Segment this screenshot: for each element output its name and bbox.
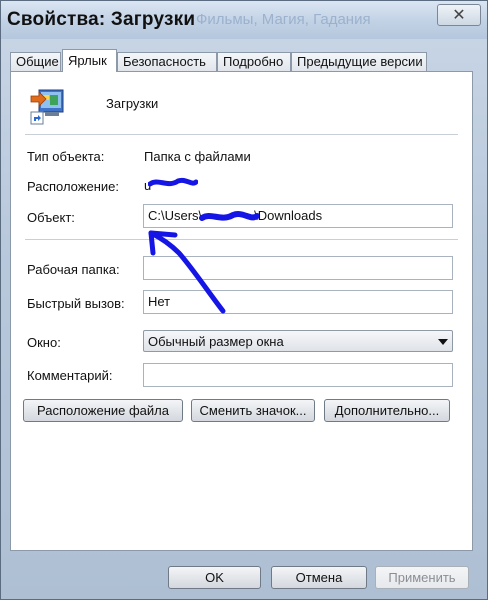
tab-previous-versions[interactable]: Предыдущие версии	[291, 52, 427, 71]
comment-label: Комментарий:	[27, 368, 113, 383]
workdir-label: Рабочая папка:	[27, 262, 120, 277]
close-icon: ✕	[452, 7, 466, 24]
tab-details[interactable]: Подробно	[217, 52, 291, 71]
cancel-button[interactable]: Отмена	[271, 566, 367, 589]
tab-shortcut[interactable]: Ярлык	[62, 49, 117, 72]
window-mode-label: Окно:	[27, 335, 61, 350]
window-title: Свойства: Загрузки	[7, 9, 196, 30]
ok-button[interactable]: OK	[168, 566, 261, 589]
window-mode-select[interactable]: Обычный размер окна	[143, 330, 453, 352]
shortcut-folder-icon	[30, 89, 64, 125]
target-suffix: \Downloads	[254, 208, 323, 223]
title-bar[interactable]: Фильмы, Магия, Гадания Свойства: Загрузк…	[1, 1, 487, 39]
open-file-location-button[interactable]: Расположение файла	[23, 399, 183, 422]
tab-general[interactable]: Общие	[10, 52, 61, 71]
target-label: Объект:	[27, 210, 75, 225]
shortcut-panel: Загрузки Тип объекта: Папка с файлами Ра…	[10, 71, 473, 551]
close-button[interactable]: ✕	[437, 4, 481, 26]
advanced-button[interactable]: Дополнительно...	[324, 399, 450, 422]
annotation-arrow	[148, 230, 226, 314]
properties-window: Фильмы, Магия, Гадания Свойства: Загрузк…	[0, 0, 488, 600]
type-label: Тип объекта:	[27, 149, 105, 164]
change-icon-button[interactable]: Сменить значок...	[191, 399, 315, 422]
hotkey-label: Быстрый вызов:	[27, 296, 125, 311]
background-window-title: Фильмы, Магия, Гадания	[196, 11, 371, 28]
divider	[25, 134, 458, 135]
redaction-scribble	[148, 177, 198, 187]
comment-field[interactable]	[143, 363, 453, 387]
target-prefix: C:\Users\	[148, 208, 203, 223]
divider	[25, 239, 458, 240]
type-value: Папка с файлами	[144, 149, 251, 164]
dropdown-arrow-icon	[438, 339, 448, 345]
shortcut-name: Загрузки	[106, 96, 159, 111]
location-label: Расположение:	[27, 179, 119, 194]
apply-button[interactable]: Применить	[375, 566, 469, 589]
tab-security[interactable]: Безопасность	[117, 52, 217, 71]
window-mode-value: Обычный размер окна	[148, 334, 284, 349]
